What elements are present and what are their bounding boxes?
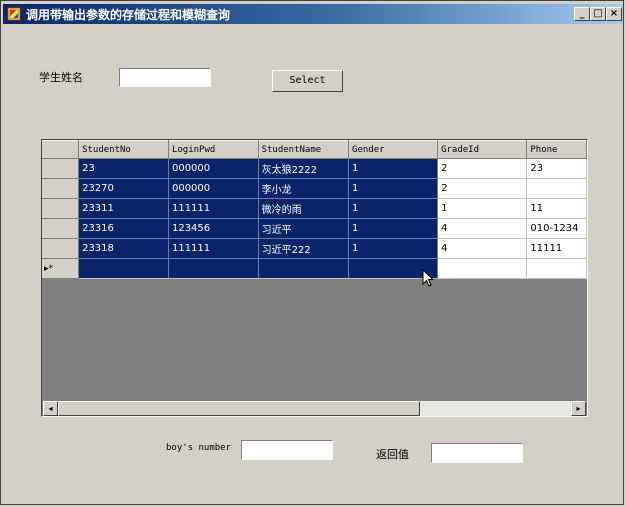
cell-gradeid[interactable]: 2 [437,158,528,179]
row-header[interactable] [42,178,80,199]
new-cell-phone[interactable] [526,258,587,279]
return-value-input[interactable] [431,443,523,463]
cell-gender[interactable]: 1 [348,158,439,179]
boys-number-label: boy's number [166,443,232,453]
cell-gender[interactable]: 1 [348,238,439,259]
cell-phone[interactable]: 11 [526,198,587,219]
new-row[interactable]: ▸* [42,258,587,279]
grid-header-row: StudentNo LoginPwd StudentName Gender Gr… [42,140,587,159]
row-header[interactable] [42,198,80,219]
table-row[interactable]: 23270 000000 李小龙 1 2 [42,178,587,199]
cell-studentname[interactable]: 微冷的雨 [258,198,350,219]
cell-phone[interactable]: 11111 [526,238,587,259]
cell-studentno[interactable]: 23318 [78,238,169,259]
cell-gender[interactable]: 1 [348,218,439,239]
mouse-cursor-icon [422,269,435,287]
column-header-loginpwd[interactable]: LoginPwd [168,140,259,159]
cell-studentname[interactable]: 习近平 [258,218,350,239]
new-cell-studentno[interactable] [78,258,169,279]
cell-studentno[interactable]: 23 [78,158,169,179]
new-cell-gradeid[interactable] [437,258,528,279]
scroll-left-button[interactable]: ◂ [43,401,58,416]
cell-phone[interactable]: 23 [526,158,587,179]
new-cell-studentname[interactable] [258,258,350,279]
maximize-button[interactable]: □ [590,7,606,21]
main-window: 调用带输出参数的存储过程和模糊查询 _ □ × 学生姓名 Select Stud… [0,0,624,505]
cell-loginpwd[interactable]: 111111 [168,198,259,219]
column-header-phone[interactable]: Phone [526,140,587,159]
cell-studentno[interactable]: 23270 [78,178,169,199]
cell-loginpwd[interactable]: 000000 [168,158,259,179]
boys-number-input[interactable] [241,440,333,460]
cell-loginpwd[interactable]: 111111 [168,238,259,259]
return-value-label: 返回值 [376,448,409,461]
cell-gradeid[interactable]: 2 [437,178,528,199]
table-row[interactable]: 23316 123456 习近平 1 4 010-1234 [42,218,587,239]
app-icon[interactable] [7,7,21,21]
cell-loginpwd[interactable]: 123456 [168,218,259,239]
cell-phone[interactable] [526,178,587,199]
row-header[interactable] [42,238,80,259]
column-header-gradeid[interactable]: GradeId [437,140,528,159]
student-name-input[interactable] [119,68,211,87]
row-header[interactable] [42,158,80,179]
table-row[interactable]: 23 000000 灰太狼2222 1 2 23 [42,158,587,179]
scroll-right-button[interactable]: ▸ [571,401,586,416]
cell-studentno[interactable]: 23311 [78,198,169,219]
window-title: 调用带输出参数的存储过程和模糊查询 [26,8,231,22]
table-row[interactable]: 23318 111111 习近平222 1 4 11111 [42,238,587,259]
student-name-label: 学生姓名 [39,71,83,84]
cell-phone[interactable]: 010-1234 [526,218,587,239]
column-header-studentno[interactable]: StudentNo [78,140,169,159]
title-bar[interactable]: 调用带输出参数的存储过程和模糊查询 _ □ × [3,4,623,24]
cell-gradeid[interactable]: 4 [437,238,528,259]
cell-gender[interactable]: 1 [348,198,439,219]
row-header-corner[interactable] [42,140,80,159]
cell-studentname[interactable]: 灰太狼2222 [258,158,350,179]
minimize-button[interactable]: _ [574,7,590,21]
select-button[interactable]: Select [272,70,343,92]
scroll-thumb[interactable] [58,401,420,416]
row-header[interactable] [42,218,80,239]
cell-loginpwd[interactable]: 000000 [168,178,259,199]
cell-studentname[interactable]: 李小龙 [258,178,350,199]
table-row[interactable]: 23311 111111 微冷的雨 1 1 11 [42,198,587,219]
cell-gradeid[interactable]: 1 [437,198,528,219]
close-button[interactable]: × [606,7,622,21]
cell-studentno[interactable]: 23316 [78,218,169,239]
horizontal-scrollbar[interactable]: ◂ ▸ [43,401,586,416]
data-grid[interactable]: StudentNo LoginPwd StudentName Gender Gr… [41,139,588,417]
cell-gender[interactable]: 1 [348,178,439,199]
new-row-marker[interactable]: ▸* [42,258,80,279]
column-header-gender[interactable]: Gender [348,140,439,159]
grid-table: StudentNo LoginPwd StudentName Gender Gr… [42,140,587,279]
new-cell-loginpwd[interactable] [168,258,259,279]
column-header-studentname[interactable]: StudentName [258,140,350,159]
cell-gradeid[interactable]: 4 [437,218,528,239]
cell-studentname[interactable]: 习近平222 [258,238,350,259]
